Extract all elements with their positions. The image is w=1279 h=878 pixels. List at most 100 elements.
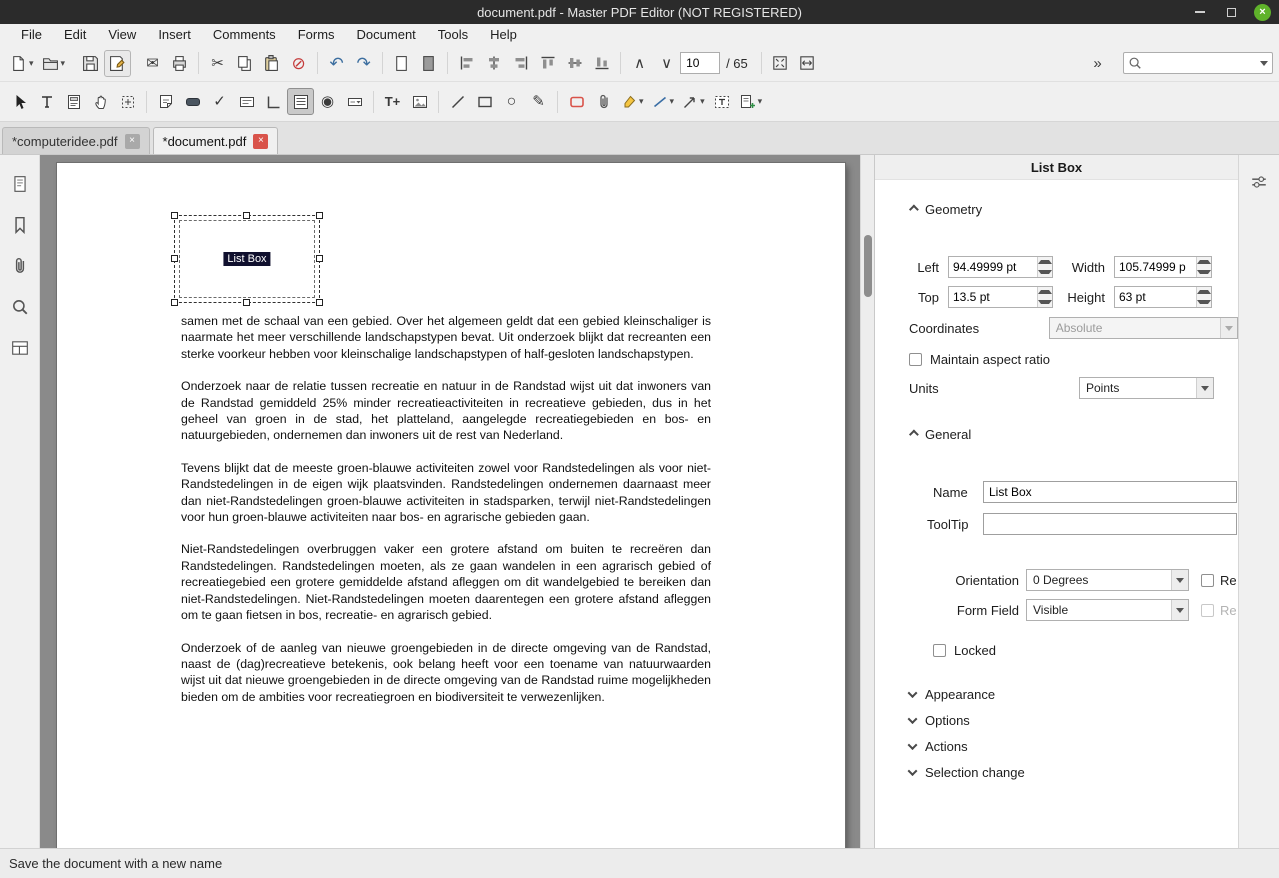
- fit-page-button[interactable]: [767, 50, 794, 77]
- menu-edit[interactable]: Edit: [53, 27, 97, 42]
- text-annotation-tool-button[interactable]: [709, 88, 736, 115]
- menu-help[interactable]: Help: [479, 27, 528, 42]
- spin-up-button[interactable]: [1038, 287, 1052, 297]
- search-input[interactable]: [1146, 56, 1260, 70]
- align-middle-button[interactable]: [561, 50, 588, 77]
- form-field-label[interactable]: List Box: [223, 252, 271, 266]
- combo-box-tool-button[interactable]: [341, 88, 368, 115]
- edit-forms-tool-button[interactable]: [60, 88, 87, 115]
- hand-tool-button[interactable]: [87, 88, 114, 115]
- section-actions[interactable]: Actions: [907, 737, 1238, 755]
- resize-handle-e[interactable]: [316, 255, 323, 262]
- dropdown-button[interactable]: [1171, 600, 1188, 620]
- checkbox-tool-button[interactable]: ✓: [206, 88, 233, 115]
- page-number-input[interactable]: [680, 52, 721, 74]
- spin-down-button[interactable]: [1038, 267, 1052, 277]
- tab-close-button[interactable]: ×: [124, 133, 140, 149]
- arrow-annotation-tool-button[interactable]: ▾: [678, 88, 709, 115]
- copy-button[interactable]: [231, 50, 258, 77]
- section-options[interactable]: Options: [907, 711, 1238, 729]
- select-tool-button[interactable]: [6, 88, 33, 115]
- minimize-button[interactable]: [1191, 5, 1209, 19]
- rectangle-tool-button[interactable]: [471, 88, 498, 115]
- highlight-area-tool-button[interactable]: [563, 88, 590, 115]
- section-selection-change[interactable]: Selection change: [907, 763, 1238, 781]
- height-input[interactable]: [1115, 287, 1196, 307]
- spin-up-button[interactable]: [1197, 287, 1211, 297]
- menu-file[interactable]: File: [10, 27, 53, 42]
- search-panel-button[interactable]: [3, 290, 37, 324]
- spin-down-button[interactable]: [1197, 297, 1211, 307]
- readonly-checkbox[interactable]: [1201, 603, 1214, 617]
- align-bottom-button[interactable]: [588, 50, 615, 77]
- left-input[interactable]: [949, 257, 1037, 277]
- cut-button[interactable]: ✂: [204, 50, 231, 77]
- maintain-aspect-checkbox[interactable]: [909, 352, 922, 366]
- spin-up-button[interactable]: [1038, 257, 1052, 267]
- fit-width-button[interactable]: [794, 50, 821, 77]
- name-input[interactable]: [983, 481, 1237, 503]
- open-button[interactable]: ▾: [38, 50, 70, 77]
- align-center-horizontal-button[interactable]: [480, 50, 507, 77]
- search-dropdown-icon[interactable]: [1260, 60, 1268, 66]
- menu-comments[interactable]: Comments: [202, 27, 287, 42]
- resize-handle-s[interactable]: [243, 299, 250, 306]
- resize-handle-n[interactable]: [243, 212, 250, 219]
- spin-down-button[interactable]: [1197, 267, 1211, 277]
- dropdown-button[interactable]: [1171, 570, 1188, 590]
- delete-button[interactable]: ⊘: [285, 50, 312, 77]
- text-field-tool-button[interactable]: [233, 88, 260, 115]
- new-document-button[interactable]: ▾: [6, 50, 38, 77]
- spin-down-button[interactable]: [1038, 297, 1052, 307]
- resize-handle-w[interactable]: [171, 255, 178, 262]
- align-top-button[interactable]: [534, 50, 561, 77]
- view-mode-outline-button[interactable]: [388, 50, 415, 77]
- panel-settings-button[interactable]: [1242, 165, 1276, 199]
- pdf-page[interactable]: List Box samen met de schaal van een geb…: [57, 163, 845, 848]
- next-page-button[interactable]: ∨: [653, 50, 680, 77]
- tooltip-input[interactable]: [983, 513, 1237, 535]
- tab-close-button[interactable]: ×: [253, 133, 269, 149]
- freehand-tool-button[interactable]: ✎: [525, 88, 552, 115]
- align-left-button[interactable]: [453, 50, 480, 77]
- form-fields-panel-button[interactable]: [3, 331, 37, 365]
- edit-text-tool-button[interactable]: [33, 88, 60, 115]
- menu-view[interactable]: View: [97, 27, 147, 42]
- email-button[interactable]: ✉: [139, 50, 166, 77]
- save-as-button[interactable]: [104, 49, 132, 77]
- add-text-tool-button[interactable]: T+: [379, 88, 406, 115]
- signature-tool-button[interactable]: [260, 88, 287, 115]
- bookmarks-panel-button[interactable]: [3, 208, 37, 242]
- tab-computeridee[interactable]: *computeridee.pdf ×: [2, 127, 150, 154]
- resize-handle-sw[interactable]: [171, 299, 178, 306]
- previous-page-button[interactable]: ∧: [626, 50, 653, 77]
- form-field-menu-button[interactable]: ▾: [736, 88, 767, 115]
- attach-file-tool-button[interactable]: [590, 88, 617, 115]
- toolbar-overflow-button[interactable]: »: [1084, 50, 1111, 77]
- menu-forms[interactable]: Forms: [287, 27, 346, 42]
- menu-insert[interactable]: Insert: [147, 27, 202, 42]
- ellipse-tool-button[interactable]: ○: [498, 88, 525, 115]
- section-general[interactable]: General: [908, 425, 1238, 443]
- scrollbar-thumb[interactable]: [864, 235, 872, 297]
- top-input[interactable]: [949, 287, 1037, 307]
- dropdown-button[interactable]: [1196, 378, 1213, 398]
- orientation-select[interactable]: 0 Degrees: [1026, 569, 1189, 591]
- locked-checkbox[interactable]: [933, 643, 946, 657]
- menu-tools[interactable]: Tools: [427, 27, 479, 42]
- save-button[interactable]: [77, 50, 104, 77]
- tab-document[interactable]: *document.pdf ×: [152, 127, 279, 154]
- redo-button[interactable]: ↷: [350, 50, 377, 77]
- align-right-button[interactable]: [507, 50, 534, 77]
- section-appearance[interactable]: Appearance: [907, 685, 1238, 703]
- push-button-tool-button[interactable]: [179, 88, 206, 115]
- required-checkbox[interactable]: [1201, 573, 1214, 587]
- resize-handle-nw[interactable]: [171, 212, 178, 219]
- resize-handle-ne[interactable]: [316, 212, 323, 219]
- view-mode-filled-button[interactable]: [415, 50, 442, 77]
- close-button[interactable]: ×: [1254, 3, 1271, 21]
- units-select[interactable]: Points: [1079, 377, 1214, 399]
- paste-button[interactable]: [258, 50, 285, 77]
- add-image-tool-button[interactable]: [406, 88, 433, 115]
- add-note-tool-button[interactable]: [152, 88, 179, 115]
